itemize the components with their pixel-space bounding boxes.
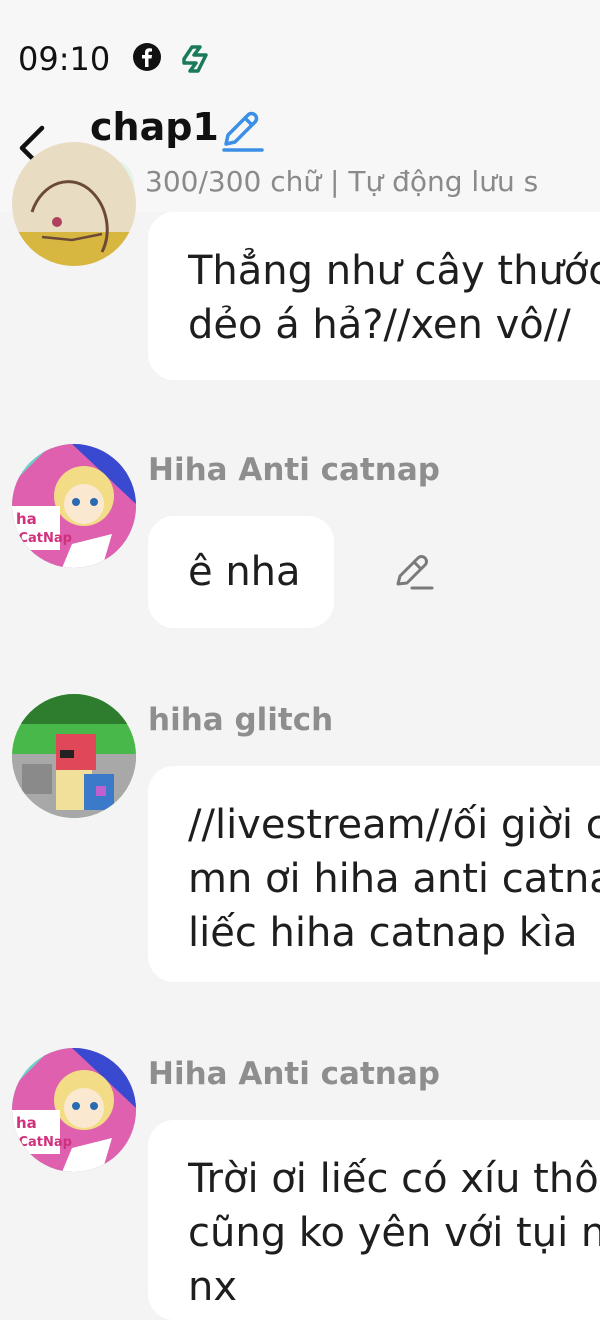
- avatar[interactable]: [12, 142, 136, 266]
- avatar[interactable]: ha iCatNap: [12, 1048, 136, 1172]
- avatar[interactable]: [12, 694, 136, 818]
- chapter-title[interactable]: chap1: [90, 105, 219, 149]
- svg-text:iCatNap: iCatNap: [14, 1135, 72, 1150]
- word-count-autosave: 300/300 chữ | Tự động lưu s: [145, 165, 539, 198]
- sync-app-icon: [182, 45, 208, 73]
- sender-name: Hiha Anti catnap: [148, 1056, 440, 1092]
- message-bubble[interactable]: Thẳng như cây thước dẻo á hả?//xen vô//: [148, 212, 600, 380]
- message-bubble[interactable]: //livestream//ối giời c mn ơi hiha anti …: [148, 766, 600, 982]
- message-text: ê nha: [188, 549, 301, 595]
- message-bubble[interactable]: ê nha: [148, 516, 334, 628]
- sender-name: hiha glitch: [148, 702, 334, 738]
- message-bubble[interactable]: Trời ơi liếc có xíu thôi cũng ko yên với…: [148, 1120, 600, 1320]
- edit-title-icon[interactable]: [218, 108, 266, 154]
- sender-name: Hiha Anti catnap: [148, 452, 440, 488]
- avatar[interactable]: ha iCatNap: [12, 444, 136, 568]
- svg-text:iCatNap: iCatNap: [14, 531, 72, 546]
- svg-text:ha: ha: [16, 510, 37, 528]
- subtitle-container: 300/300 chữ | Tự động lưu s: [145, 160, 563, 204]
- edit-message-icon[interactable]: [392, 552, 436, 592]
- status-time: 09:10: [18, 40, 111, 78]
- message-text: //livestream//ối giời c mn ơi hiha anti …: [188, 802, 600, 956]
- svg-text:ha: ha: [16, 1114, 37, 1132]
- facebook-icon: [133, 43, 161, 71]
- message-text: Thẳng như cây thước dẻo á hả?//xen vô//: [188, 248, 600, 348]
- message-text: Trời ơi liếc có xíu thôi cũng ko yên với…: [188, 1156, 600, 1310]
